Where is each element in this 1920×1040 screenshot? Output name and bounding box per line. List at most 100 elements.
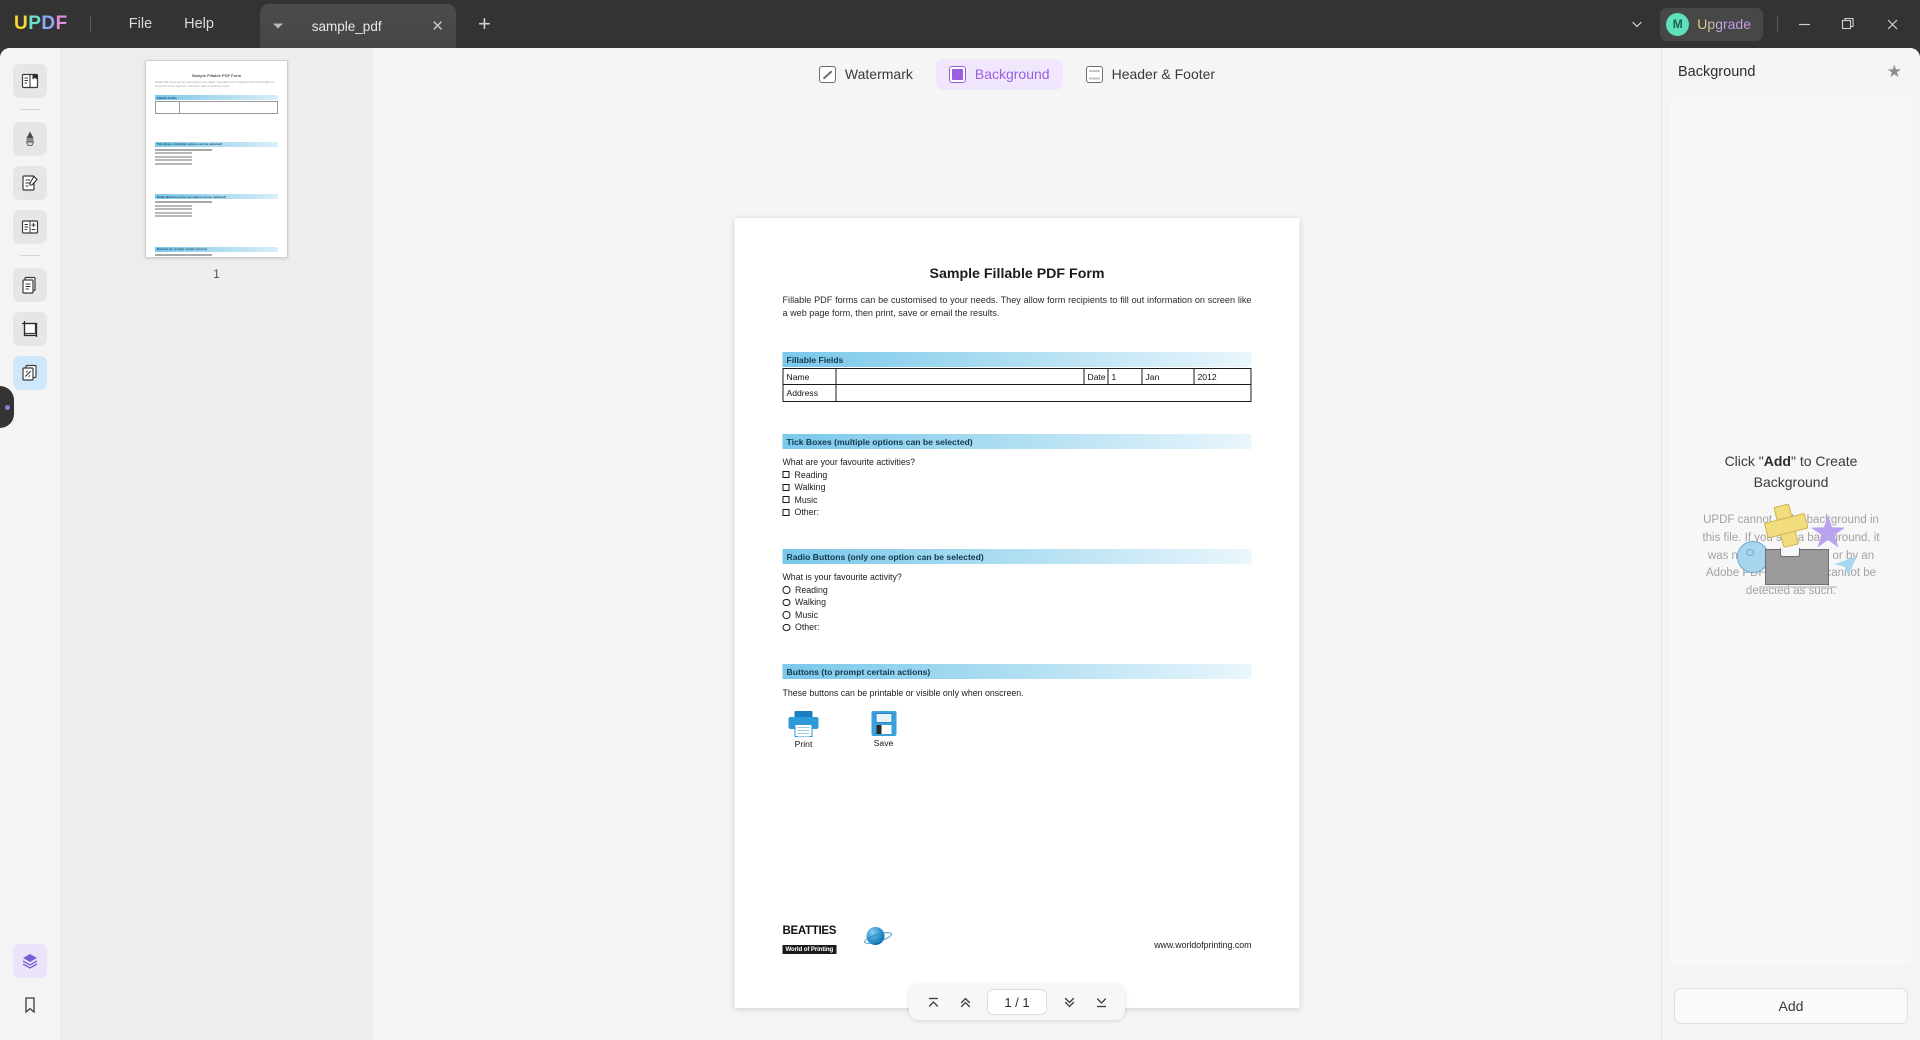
list-item[interactable]: Other: xyxy=(782,507,1252,517)
add-background-button[interactable]: Add xyxy=(1674,988,1908,1024)
radio-buttons-question: What is your favourite activity? xyxy=(782,572,902,583)
tab-watermark[interactable]: Watermark xyxy=(806,59,926,90)
page-thumbnail[interactable]: Sample Fillable PDF Form Fillable PDF fo… xyxy=(145,60,288,258)
first-page-button[interactable] xyxy=(919,989,947,1015)
radio-option-label: Walking xyxy=(795,597,826,608)
close-icon[interactable]: ✕ xyxy=(431,19,444,34)
pages-icon xyxy=(22,276,36,294)
document-viewer: Watermark Background Header & Footer Sam… xyxy=(373,48,1661,1040)
more-options-chevron-icon[interactable] xyxy=(1630,17,1644,31)
sidebar-item-crop[interactable] xyxy=(13,312,47,346)
tab-background[interactable]: Background xyxy=(935,58,1063,90)
list-item[interactable]: Other: xyxy=(782,622,1252,632)
date-year-input[interactable]: 2012 xyxy=(1195,369,1251,384)
upgrade-button[interactable]: M Upgrade xyxy=(1660,7,1763,41)
sidebar-item-edit-pdf[interactable] xyxy=(13,166,47,200)
logo-letter-f: F xyxy=(55,13,68,34)
previous-page-icon xyxy=(960,997,970,1007)
list-item[interactable]: Walking xyxy=(782,597,1252,608)
bookmark-icon xyxy=(25,997,35,1014)
document-tab[interactable]: sample_pdf ✕ xyxy=(259,4,456,48)
list-item[interactable]: Reading xyxy=(782,585,1252,595)
thumbnail-title: Sample Fillable PDF Form xyxy=(191,73,242,78)
pdf-footer-url: www.worldofprinting.com xyxy=(1154,940,1252,950)
logo-letter-p: P xyxy=(28,13,42,34)
star-icon[interactable]: ★ xyxy=(1887,62,1902,82)
list-item[interactable]: Reading xyxy=(782,469,1252,480)
crop-icon xyxy=(22,321,38,337)
minimize-button[interactable] xyxy=(1782,0,1826,48)
pdf-save-button[interactable]: Save xyxy=(863,711,905,749)
next-page-button[interactable] xyxy=(1055,989,1083,1015)
maximize-restore-button[interactable] xyxy=(1826,0,1870,48)
list-item[interactable]: Walking xyxy=(782,482,1252,493)
tick-option-label: Reading xyxy=(794,469,828,480)
book-reader-icon xyxy=(21,73,39,89)
globe-icon xyxy=(866,927,885,945)
last-page-button[interactable] xyxy=(1087,989,1115,1015)
beatties-tagline: World of Printing xyxy=(782,944,837,954)
checkbox-icon[interactable] xyxy=(782,496,790,504)
address-input[interactable] xyxy=(837,385,1251,401)
sidebar-item-annotate[interactable] xyxy=(13,122,47,156)
thumbnail-panel: Sample Fillable PDF Form Fillable PDF fo… xyxy=(60,48,373,1040)
pdf-page[interactable]: Sample Fillable PDF Form Fillable PDF fo… xyxy=(734,218,1300,1008)
previous-page-button[interactable] xyxy=(951,989,979,1015)
radio-icon[interactable] xyxy=(782,598,790,607)
radio-icon[interactable] xyxy=(782,611,790,619)
thumbnail-lines-3 xyxy=(155,253,278,256)
background-icon xyxy=(948,65,966,83)
star-shape-icon xyxy=(1811,515,1845,548)
section-heading-tick-boxes: Tick Boxes (multiple options can be sele… xyxy=(782,434,1252,450)
logo-letter-u: U xyxy=(14,13,29,34)
sidebar-item-layers[interactable] xyxy=(13,944,47,978)
address-label: Address xyxy=(784,385,837,402)
titlebar-right-group: M Upgrade xyxy=(1630,0,1920,48)
new-tab-button[interactable]: + xyxy=(478,13,491,35)
thumbnail-gap-2 xyxy=(155,166,278,188)
checkbox-icon[interactable] xyxy=(782,508,790,516)
thumbnail-item[interactable]: Sample Fillable PDF Form Fillable PDF fo… xyxy=(145,60,288,281)
radio-icon[interactable] xyxy=(782,586,790,594)
table-row: Name Date 1 Jan 2012 xyxy=(783,369,1251,386)
cross-shape-icon xyxy=(1761,501,1809,549)
chevron-down-icon[interactable] xyxy=(272,23,283,29)
sidebar-item-form[interactable] xyxy=(13,210,47,244)
sidebar-item-reader[interactable] xyxy=(13,64,47,98)
radio-icon[interactable] xyxy=(782,623,790,632)
thumbnail-gap-1 xyxy=(155,114,278,136)
name-input[interactable] xyxy=(837,369,1085,385)
pdf-print-button[interactable]: Print xyxy=(783,711,825,749)
menu-help[interactable]: Help xyxy=(168,10,230,38)
floppy-save-icon xyxy=(871,711,896,737)
page-navigation-bar: 1 / 1 xyxy=(909,984,1125,1020)
page-indicator[interactable]: 1 / 1 xyxy=(987,989,1047,1015)
sidebar-item-organize[interactable] xyxy=(13,268,47,302)
rail-divider-2 xyxy=(20,255,40,256)
date-month-input[interactable]: Jan xyxy=(1143,369,1195,385)
checkbox-icon[interactable] xyxy=(782,483,790,491)
buttons-note: These buttons can be printable or visibl… xyxy=(782,688,1024,699)
pdf-print-label: Print xyxy=(794,739,813,750)
app-body: Sample Fillable PDF Form Fillable PDF fo… xyxy=(0,48,1920,1040)
list-item[interactable]: Music xyxy=(782,495,1252,505)
avatar: M xyxy=(1666,12,1690,36)
tab-header-footer[interactable]: Header & Footer xyxy=(1073,59,1229,90)
header-footer-icon xyxy=(1085,65,1103,83)
date-day-input[interactable]: 1 xyxy=(1109,369,1143,385)
panel-drag-handle[interactable] xyxy=(0,386,14,428)
empty-title-bold: Add xyxy=(1763,453,1791,469)
pdf-title: Sample Fillable PDF Form xyxy=(929,266,1105,282)
checkbox-icon[interactable] xyxy=(782,471,790,479)
edit-document-icon xyxy=(22,175,38,191)
sidebar-item-bookmark[interactable] xyxy=(13,988,47,1022)
list-item[interactable]: Music xyxy=(782,610,1252,620)
sidebar-item-watermark-background[interactable] xyxy=(13,356,47,390)
tick-option-label: Walking xyxy=(794,482,826,493)
fillable-fields-table: Name Date 1 Jan 2012 Address xyxy=(782,368,1252,403)
first-page-icon xyxy=(928,997,938,1007)
menu-file[interactable]: File xyxy=(113,10,168,38)
right-panel-body: Click "Add" to Create Background UPDF ca… xyxy=(1670,96,1912,966)
close-window-button[interactable] xyxy=(1870,0,1914,48)
illustration-shadow xyxy=(1759,586,1837,588)
